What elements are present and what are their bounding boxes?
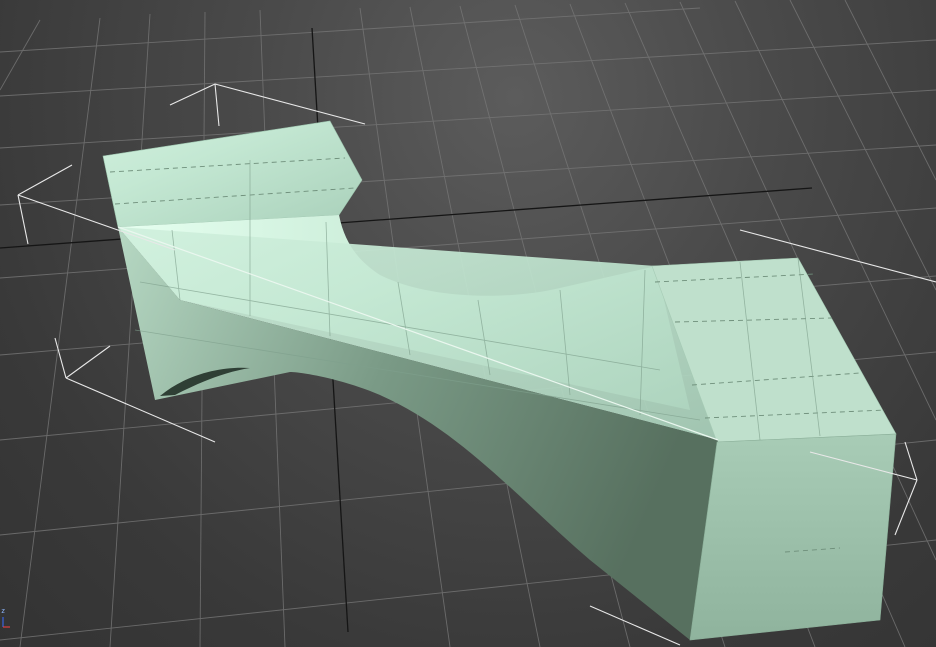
perspective-viewport[interactable]: z <box>0 0 936 647</box>
axis-tripod-icon: z <box>0 607 12 629</box>
viewport-canvas[interactable] <box>0 0 936 647</box>
spool-shaped-mesh-object[interactable] <box>102 120 897 641</box>
right-block-end-face[interactable] <box>689 433 897 641</box>
axis-tripod-lines <box>2 617 10 628</box>
